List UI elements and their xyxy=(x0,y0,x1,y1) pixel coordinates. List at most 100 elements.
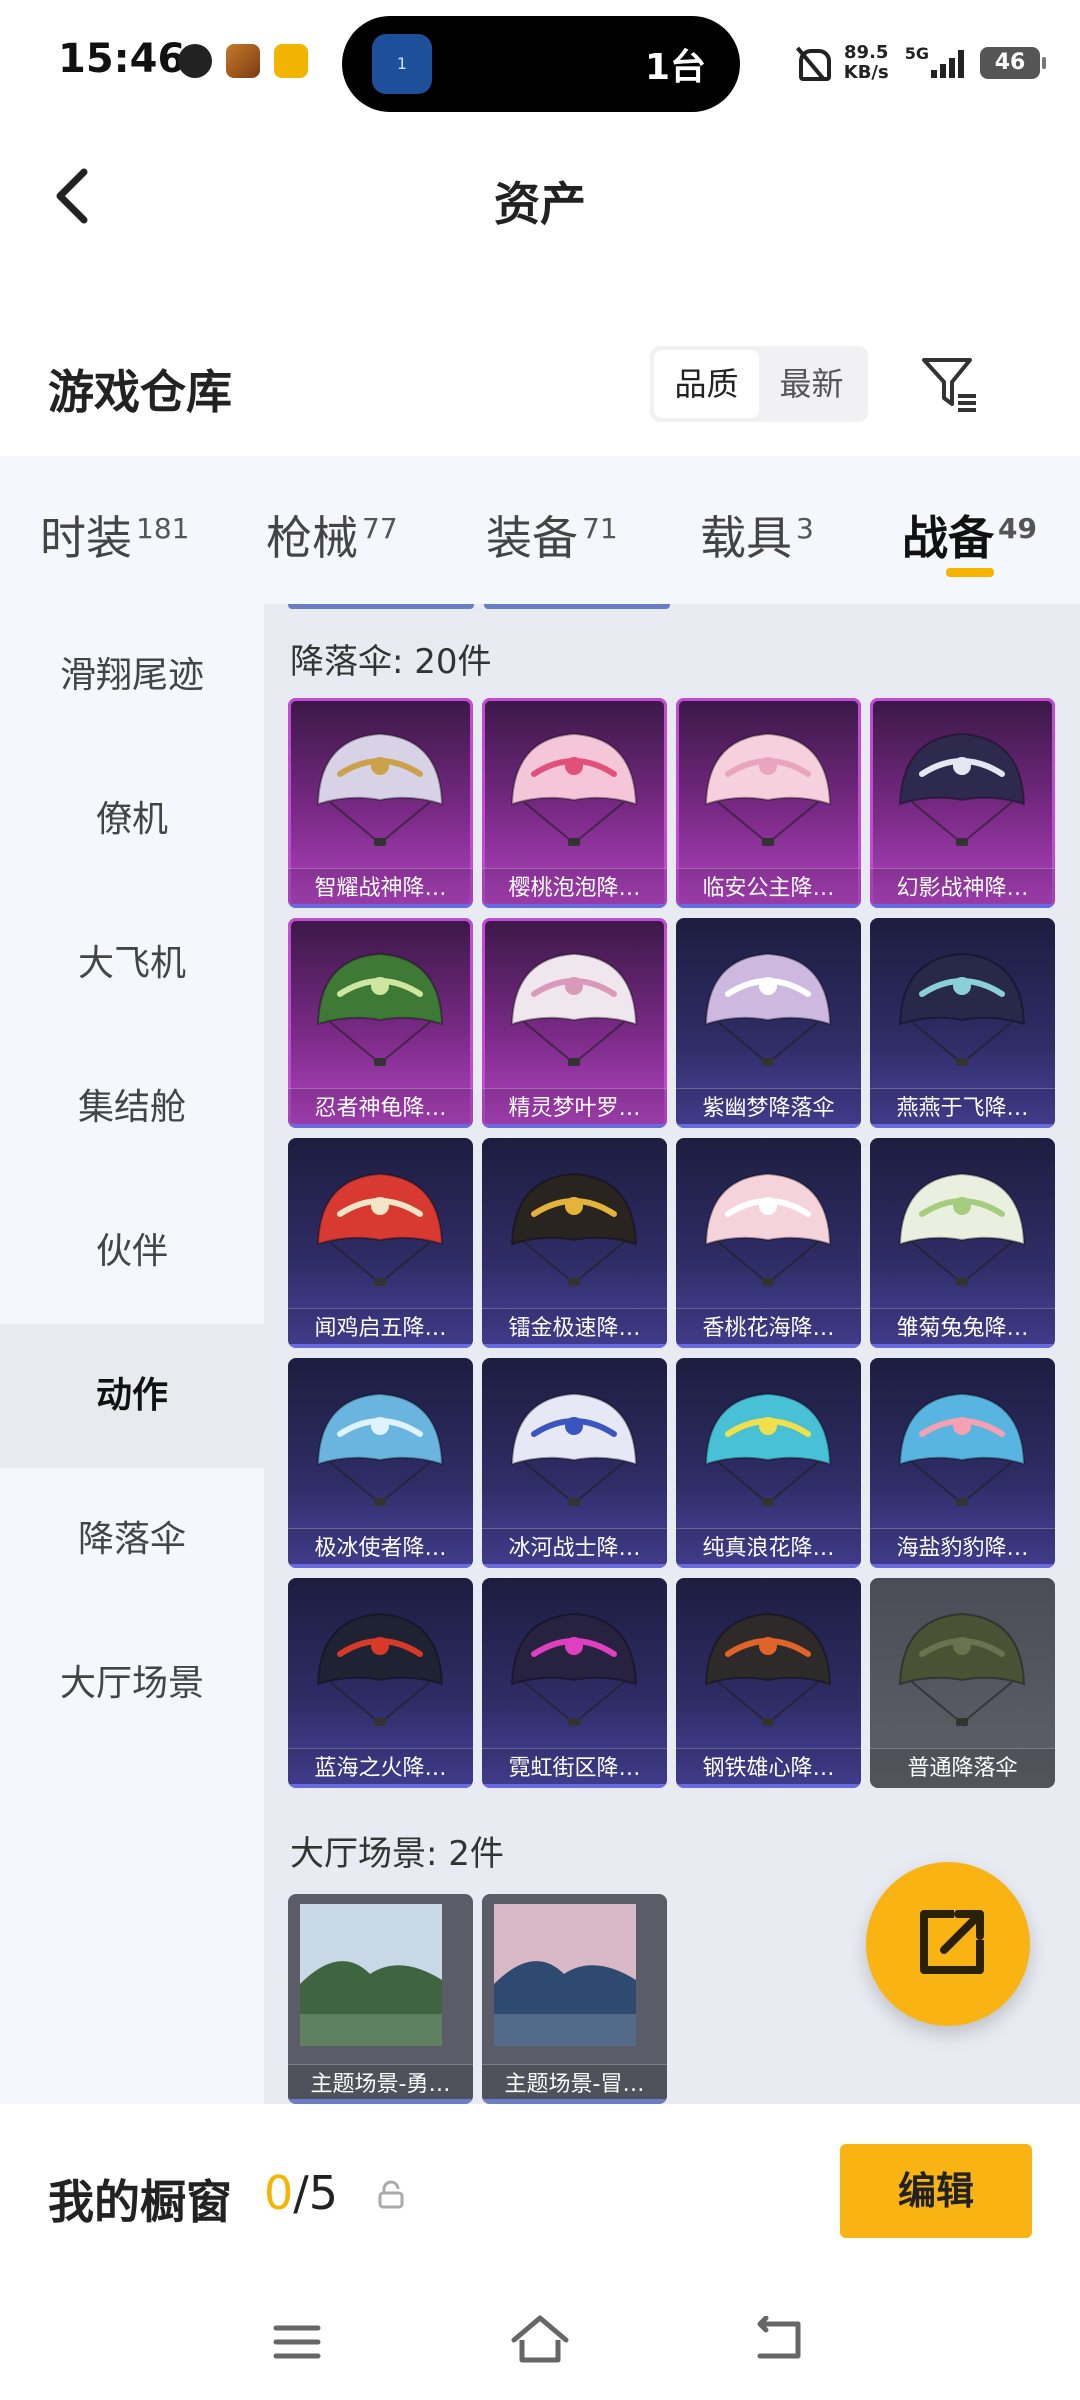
active-tab-indicator xyxy=(946,568,994,577)
parachute-card-label: 香桃花海降… xyxy=(676,1308,861,1348)
parachute-card-label: 蓝海之火降… xyxy=(288,1748,473,1788)
sort-quality-option[interactable]: 品质 xyxy=(654,350,759,418)
showcase-current: 0 xyxy=(264,2166,294,2220)
parachute-card[interactable]: 燕燕于飞降… xyxy=(870,918,1055,1128)
status-time: 15:46 xyxy=(58,36,186,82)
back-nav-icon[interactable] xyxy=(754,2316,804,2364)
parachute-card[interactable]: 忍者神龟降… xyxy=(288,918,473,1128)
parachute-card[interactable]: 精灵梦叶罗… xyxy=(482,918,667,1128)
parachute-card[interactable]: 智耀战神降… xyxy=(288,698,473,908)
parachute-icon xyxy=(316,1172,444,1286)
parachute-icon xyxy=(898,732,1026,846)
parachute-card[interactable]: 樱桃泡泡降… xyxy=(482,698,667,908)
edit-button[interactable]: 编辑 xyxy=(840,2144,1032,2238)
parachute-icon xyxy=(510,952,638,1066)
previous-card-edge xyxy=(484,604,670,609)
tab-firearms[interactable]: 枪械 77 xyxy=(266,502,398,568)
tab-combat-gear[interactable]: 战备 49 xyxy=(902,502,1037,568)
lobby-section-title: 大厅场景: 2件 xyxy=(290,1834,504,1874)
parachute-card-label: 镭金极速降… xyxy=(482,1308,667,1348)
parachute-card-label: 忍者神龟降… xyxy=(288,1088,473,1128)
category-tabs: 时装 181 枪械 77 装备 71 载具 3 战备 49 xyxy=(0,456,1080,604)
parachute-card[interactable]: 蓝海之火降… xyxy=(288,1578,473,1788)
parachute-icon xyxy=(316,732,444,846)
parachute-card[interactable]: 极冰使者降… xyxy=(288,1358,473,1568)
parachute-card-label: 普通降落伞 xyxy=(870,1748,1055,1788)
sidebar-item-rally-pod[interactable]: 集结舱 xyxy=(0,1036,264,1180)
parachute-icon xyxy=(898,1392,1026,1506)
showcase-count: 0/5 xyxy=(264,2166,338,2220)
share-button[interactable] xyxy=(866,1862,1030,2026)
net-speed-value: 89.5 xyxy=(844,42,889,63)
page-title: 资产 xyxy=(494,177,586,231)
sort-toggle: 品质 最新 xyxy=(650,346,868,422)
sidebar-item-parachute[interactable]: 降落伞 xyxy=(0,1468,264,1612)
parachute-card[interactable]: 幻影战神降… xyxy=(870,698,1055,908)
tab-fashion[interactable]: 时装 181 xyxy=(40,502,189,568)
showcase-total: /5 xyxy=(293,2166,339,2220)
parachute-card-label: 纯真浪花降… xyxy=(676,1528,861,1568)
showcase-label: 我的橱窗 xyxy=(48,2175,232,2229)
parachute-card[interactable]: 雏菊兔兔降… xyxy=(870,1138,1055,1348)
broadcast-icon: 1 xyxy=(372,34,432,94)
scene-thumbnail xyxy=(300,1904,442,2046)
sidebar-item-wingman[interactable]: 僚机 xyxy=(0,748,264,892)
tab-vehicles[interactable]: 载具 3 xyxy=(700,502,814,568)
parachute-icon xyxy=(704,1392,832,1506)
tab-equipment[interactable]: 装备 71 xyxy=(486,502,618,568)
net-type: 5G xyxy=(904,43,929,63)
parachute-icon xyxy=(898,952,1026,1066)
parachute-card[interactable]: 紫幽梦降落伞 xyxy=(676,918,861,1128)
parachute-icon xyxy=(316,1612,444,1726)
parachute-card[interactable]: 普通降落伞 xyxy=(870,1578,1055,1788)
parachute-card[interactable]: 纯真浪花降… xyxy=(676,1358,861,1568)
parachute-card-label: 幻影战神降… xyxy=(870,868,1055,908)
scene-thumbnail xyxy=(494,1904,636,2046)
net-speed-unit: KB/s xyxy=(843,62,889,83)
parachute-card[interactable]: 临安公主降… xyxy=(676,698,861,908)
parachute-card[interactable]: 闻鸡启五降… xyxy=(288,1138,473,1348)
parachute-card[interactable]: 镭金极速降… xyxy=(482,1138,667,1348)
filter-icon[interactable] xyxy=(918,352,982,416)
lobby-scene-card[interactable]: 主题场景-勇… xyxy=(288,1894,473,2104)
parachute-card[interactable]: 钢铁雄心降… xyxy=(676,1578,861,1788)
warehouse-title: 游戏仓库 xyxy=(48,365,232,419)
sidebar-item-glide-trail[interactable]: 滑翔尾迹 xyxy=(0,604,264,748)
header: 资产 xyxy=(0,120,1080,270)
parachute-card-label: 雏菊兔兔降… xyxy=(870,1308,1055,1348)
parachute-card-label: 海盐豹豹降… xyxy=(870,1528,1055,1568)
parachute-icon xyxy=(510,1172,638,1286)
bottom-bar: 我的橱窗 0/5 编辑 xyxy=(0,2104,1080,2400)
battery-icon: 46 xyxy=(980,47,1046,79)
sidebar-item-lobby-scene[interactable]: 大厅场景 xyxy=(0,1612,264,1756)
parachute-icon xyxy=(510,732,638,846)
parachute-card-label: 精灵梦叶罗… xyxy=(482,1088,667,1128)
share-icon xyxy=(920,1910,984,1974)
parachute-icon xyxy=(510,1612,638,1726)
parachute-card-label: 钢铁雄心降… xyxy=(676,1748,861,1788)
parachute-icon xyxy=(704,952,832,1066)
parachute-section-title: 降落伞: 20件 xyxy=(290,642,492,682)
parachute-icon xyxy=(704,1172,832,1286)
parachute-card[interactable]: 香桃花海降… xyxy=(676,1138,861,1348)
app-notification-icon xyxy=(178,44,212,78)
sidebar-item-airplane[interactable]: 大飞机 xyxy=(0,892,264,1036)
dynamic-island[interactable]: 1 1台 xyxy=(342,16,740,112)
parachute-icon xyxy=(898,1172,1026,1286)
signal-icon xyxy=(931,48,964,78)
home-icon[interactable] xyxy=(510,2312,570,2368)
parachute-card[interactable]: 冰河战士降… xyxy=(482,1358,667,1568)
parachute-card[interactable]: 霓虹街区降… xyxy=(482,1578,667,1788)
sidebar: 滑翔尾迹 僚机 大飞机 集结舱 伙伴 动作 降落伞 大厅场景 xyxy=(0,604,264,2104)
sort-newest-option[interactable]: 最新 xyxy=(759,350,864,418)
parachute-card-label: 智耀战神降… xyxy=(288,868,473,908)
sync-notification-icon xyxy=(274,44,308,78)
game-notification-icon xyxy=(226,44,260,78)
previous-card-edge xyxy=(288,604,474,609)
parachute-card[interactable]: 海盐豹豹降… xyxy=(870,1358,1055,1568)
sidebar-item-partner[interactable]: 伙伴 xyxy=(0,1180,264,1324)
parachute-card-label: 临安公主降… xyxy=(676,868,861,908)
menu-icon[interactable] xyxy=(272,2322,322,2362)
sidebar-item-emote[interactable]: 动作 xyxy=(0,1324,264,1468)
lobby-scene-card[interactable]: 主题场景-冒… xyxy=(482,1894,667,2104)
